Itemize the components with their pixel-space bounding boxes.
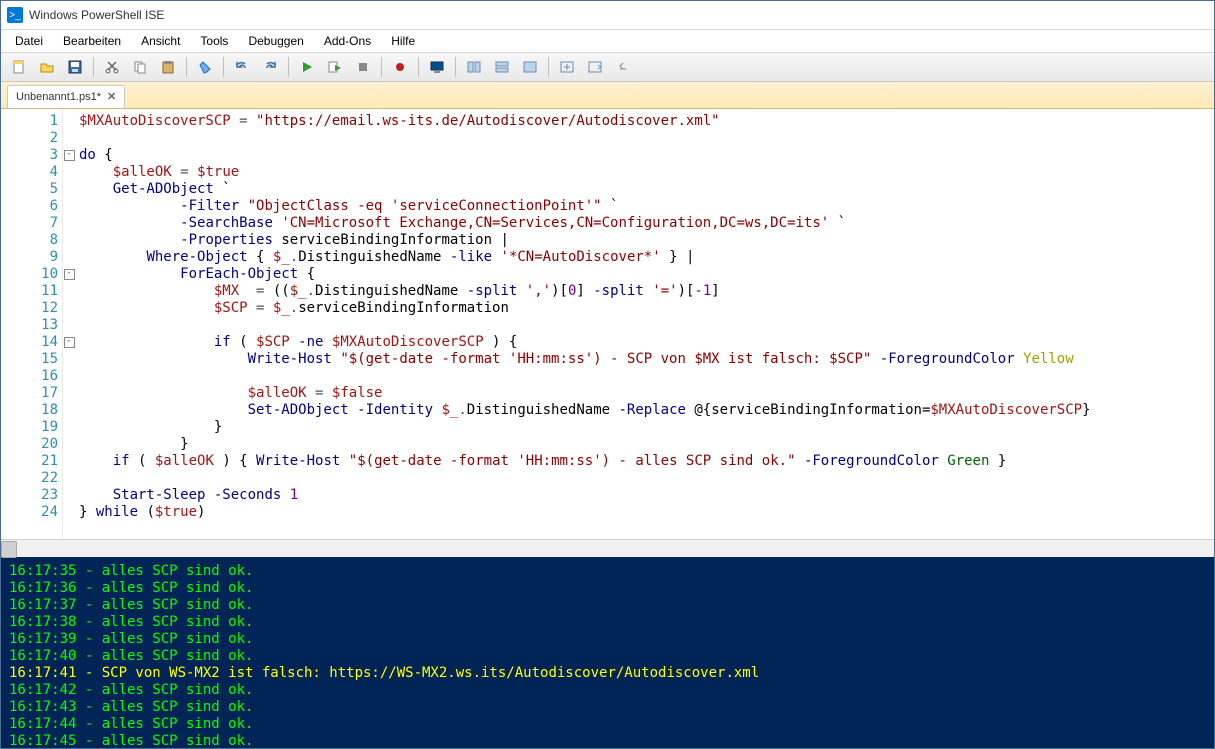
copy-icon[interactable] bbox=[128, 56, 152, 78]
menu-addons[interactable]: Add-Ons bbox=[314, 32, 381, 50]
remote-icon[interactable] bbox=[425, 56, 449, 78]
app-window: >_ Windows PowerShell ISE Datei Bearbeit… bbox=[0, 0, 1215, 749]
app-icon: >_ bbox=[7, 7, 23, 23]
menu-datei[interactable]: Datei bbox=[5, 32, 53, 50]
toolbar-separator bbox=[288, 57, 289, 77]
tab-close-icon[interactable]: ✕ bbox=[107, 92, 116, 103]
save-icon[interactable] bbox=[63, 56, 87, 78]
toolbar-separator bbox=[223, 57, 224, 77]
toolbar-separator bbox=[418, 57, 419, 77]
menu-bar: Datei Bearbeiten Ansicht Tools Debuggen … bbox=[1, 30, 1214, 53]
layout-1-icon[interactable] bbox=[462, 56, 486, 78]
menu-hilfe[interactable]: Hilfe bbox=[381, 32, 425, 50]
breakpoint-icon[interactable] bbox=[388, 56, 412, 78]
title-bar: >_ Windows PowerShell ISE bbox=[1, 1, 1214, 30]
paste-icon[interactable] bbox=[156, 56, 180, 78]
clear-icon[interactable] bbox=[193, 56, 217, 78]
open-file-icon[interactable] bbox=[35, 56, 59, 78]
new-file-icon[interactable] bbox=[7, 56, 31, 78]
toolbar-separator bbox=[455, 57, 456, 77]
tab-unbenannt1[interactable]: Unbenannt1.ps1* ✕ bbox=[7, 85, 125, 108]
run-icon[interactable] bbox=[295, 56, 319, 78]
tab-strip: Unbenannt1.ps1* ✕ bbox=[1, 82, 1214, 109]
layout-2-icon[interactable] bbox=[490, 56, 514, 78]
horizontal-scrollbar[interactable] bbox=[1, 539, 1214, 557]
undo-icon[interactable] bbox=[230, 56, 254, 78]
tab-label: Unbenannt1.ps1* bbox=[16, 91, 101, 103]
menu-bearbeiten[interactable]: Bearbeiten bbox=[53, 32, 131, 50]
stop-icon[interactable] bbox=[351, 56, 375, 78]
redo-icon[interactable] bbox=[258, 56, 282, 78]
menu-ansicht[interactable]: Ansicht bbox=[131, 32, 190, 50]
toolbar-overflow-icon[interactable] bbox=[611, 56, 635, 78]
menu-debuggen[interactable]: Debuggen bbox=[238, 32, 313, 50]
menu-tools[interactable]: Tools bbox=[190, 32, 238, 50]
toolbar-separator bbox=[381, 57, 382, 77]
layout-3-icon[interactable] bbox=[518, 56, 542, 78]
move-pane-icon[interactable] bbox=[555, 56, 579, 78]
window-title: Windows PowerShell ISE bbox=[29, 8, 164, 22]
cut-icon[interactable] bbox=[100, 56, 124, 78]
toolbar bbox=[1, 53, 1214, 82]
command-addon-icon[interactable] bbox=[583, 56, 607, 78]
toolbar-separator bbox=[548, 57, 549, 77]
script-editor[interactable]: 123456789101112131415161718192021222324 … bbox=[1, 109, 1214, 539]
scrollbar-thumb[interactable] bbox=[1, 541, 17, 558]
fold-column: --- bbox=[63, 109, 75, 539]
toolbar-separator bbox=[93, 57, 94, 77]
console-pane[interactable]: 16:17:35 - alles SCP sind ok.16:17:36 - … bbox=[1, 557, 1214, 748]
line-number-gutter: 123456789101112131415161718192021222324 bbox=[1, 109, 63, 539]
run-selection-icon[interactable] bbox=[323, 56, 347, 78]
toolbar-separator bbox=[186, 57, 187, 77]
code-area[interactable]: $MXAutoDiscoverSCP = "https://email.ws-i… bbox=[75, 109, 1214, 539]
